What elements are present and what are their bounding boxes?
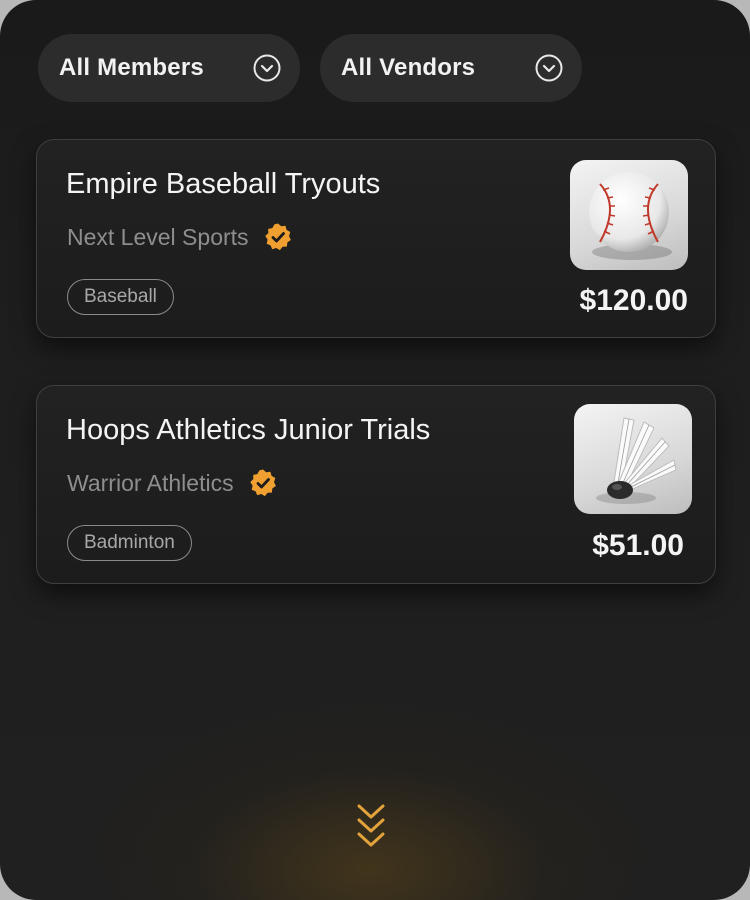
sport-tag[interactable]: Badminton: [67, 525, 192, 561]
sport-tag[interactable]: Baseball: [67, 279, 174, 315]
event-title: Hoops Athletics Junior Trials: [66, 414, 431, 446]
event-card[interactable]: Empire Baseball Tryouts Next Level Sport…: [36, 139, 716, 338]
event-card[interactable]: Hoops Athletics Junior Trials Warrior At…: [36, 385, 716, 584]
verified-badge-icon: [263, 222, 293, 252]
chevron-down-icon: [252, 53, 282, 83]
vendor-row: Next Level Sports: [67, 222, 293, 252]
vendor-name: Warrior Athletics: [67, 469, 234, 496]
verified-badge-icon: [248, 468, 278, 498]
members-filter-dropdown[interactable]: All Members: [38, 34, 300, 102]
vendor-row: Warrior Athletics: [67, 468, 278, 498]
vendors-filter-label: All Vendors: [341, 54, 476, 81]
event-price: $120.00: [579, 284, 688, 317]
baseball-icon: [570, 160, 688, 270]
event-price: $51.00: [592, 529, 684, 562]
events-panel: All Members All Vendors Empire Baseball …: [0, 0, 750, 900]
double-chevron-down-icon[interactable]: [351, 800, 391, 856]
shuttlecock-icon: [574, 404, 692, 514]
vendor-name: Next Level Sports: [67, 223, 249, 250]
event-title: Empire Baseball Tryouts: [66, 168, 381, 200]
members-filter-label: All Members: [59, 54, 204, 81]
vendors-filter-dropdown[interactable]: All Vendors: [320, 34, 582, 102]
chevron-down-icon: [534, 53, 564, 83]
